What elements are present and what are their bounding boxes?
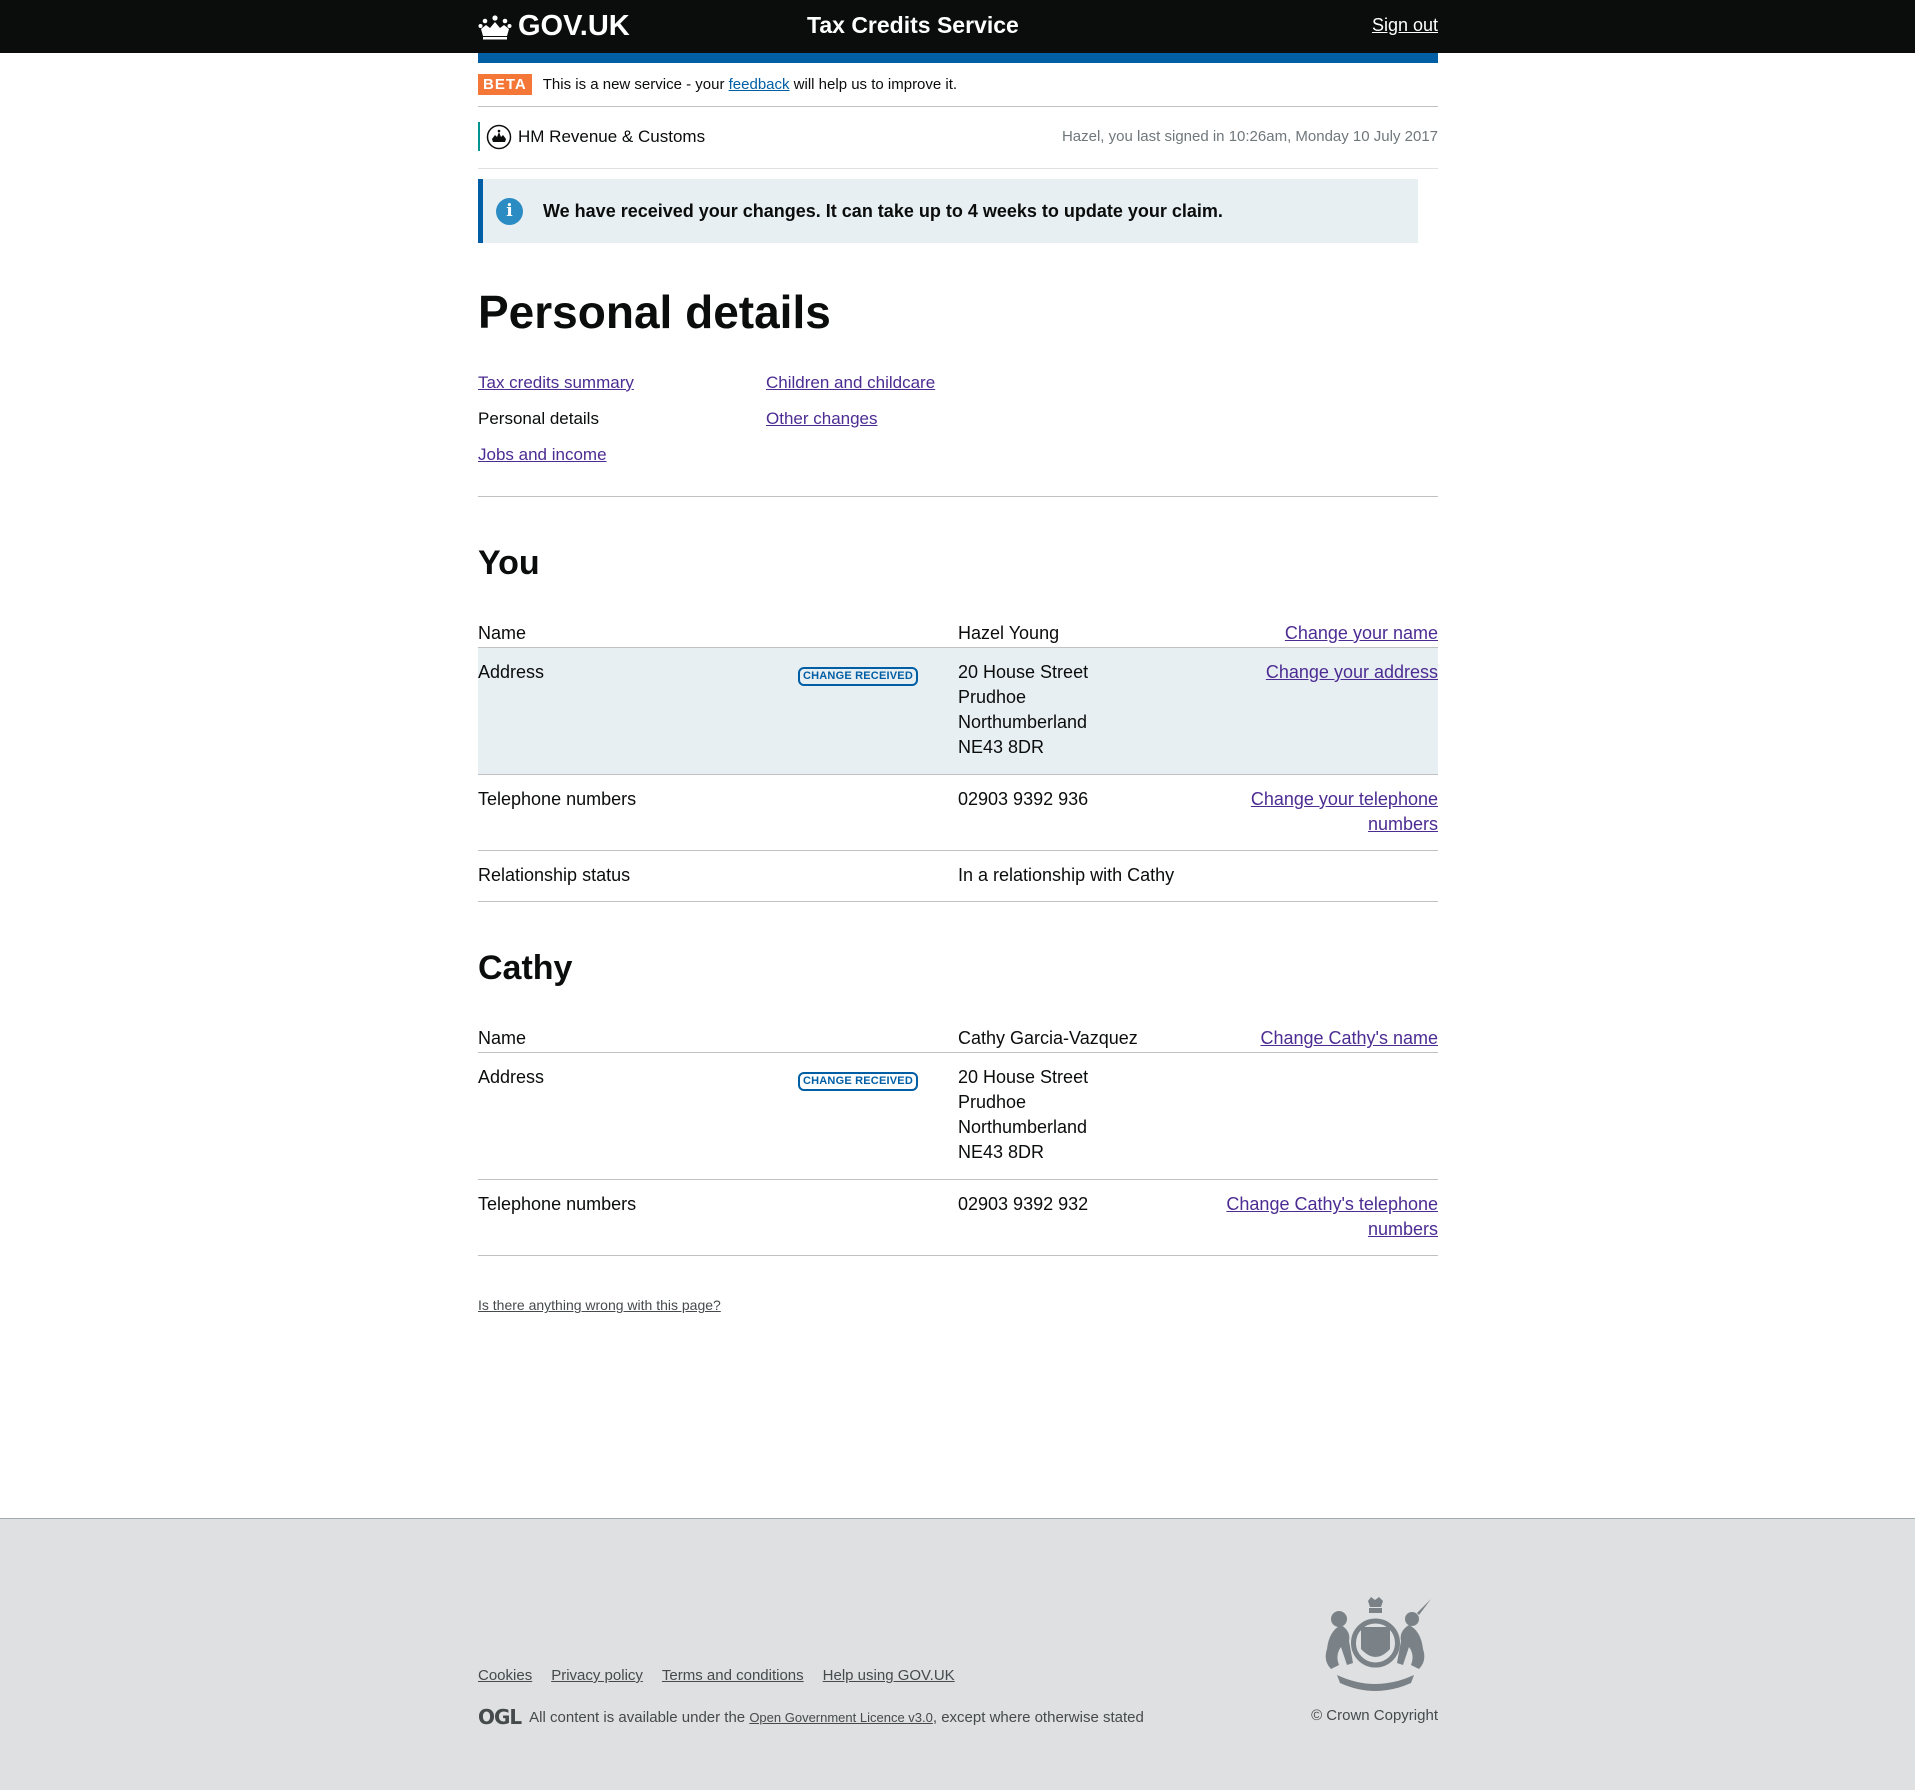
change-your-address-link[interactable]: Change your address xyxy=(1218,660,1438,685)
royal-arms-icon xyxy=(1325,1597,1431,1691)
change-received-badge: CHANGE RECEIVED xyxy=(798,666,918,686)
address-line: Prudhoe xyxy=(958,686,1027,707)
footer-link-terms[interactable]: Terms and conditions xyxy=(662,1667,804,1684)
address-value: 20 House Street Prudhoe Northumberland N… xyxy=(958,1065,1088,1165)
change-your-telephone-link[interactable]: Change your telephone numbers xyxy=(1218,787,1438,837)
change-your-name-link[interactable]: Change your name xyxy=(1218,621,1438,646)
service-name[interactable]: Tax Credits Service xyxy=(807,12,1019,39)
licence-text-before: All content is available under the xyxy=(529,1708,750,1726)
govuk-logo-link[interactable]: GOV.UK xyxy=(478,10,630,43)
row-value: 02903 9392 932 xyxy=(958,1194,1089,1215)
crown-icon xyxy=(478,14,512,39)
address-value: 20 House Street Prudhoe Northumberland N… xyxy=(958,660,1088,760)
crown-copyright: © Crown Copyright xyxy=(1311,1707,1438,1724)
summary-row-telephone: Telephone numbers 02903 9392 936 Change … xyxy=(478,775,1438,851)
organisation-name-text: HM Revenue & Customs xyxy=(518,126,706,146)
row-key: Address xyxy=(478,1067,545,1088)
page-title: Personal details xyxy=(478,286,831,338)
row-key: Name xyxy=(478,1028,527,1049)
address-line: Northumberland xyxy=(958,711,1088,732)
hmrc-crest-icon xyxy=(486,124,512,149)
footer-link-privacy[interactable]: Privacy policy xyxy=(551,1667,643,1684)
notice-text: We have received your changes. It can ta… xyxy=(543,200,1223,221)
global-header: GOV.UK Tax Credits Service Sign out xyxy=(0,0,1915,53)
row-key: Telephone numbers xyxy=(478,788,637,809)
organisation-name[interactable]: HM Revenue & Customs xyxy=(478,122,705,151)
summary-row-name: Name Cathy Garcia-Vazquez Change Cathy's… xyxy=(478,1024,1438,1054)
subnav-column-2: Children and childcare Other changes xyxy=(766,371,935,443)
main-wrapper: BETA This is a new service - your feedba… xyxy=(478,53,1438,1313)
footer-link-cookies[interactable]: Cookies xyxy=(478,1667,532,1684)
summary-row-address: Address CHANGE RECEIVED 20 House Street … xyxy=(478,647,1438,775)
subnav-other-changes[interactable]: Other changes xyxy=(766,409,878,428)
footer: Cookies Privacy policy Terms and conditi… xyxy=(0,1518,1915,1790)
footer-links: Cookies Privacy policy Terms and conditi… xyxy=(478,1667,955,1684)
report-problem: Is there anything wrong with this page? xyxy=(478,1297,1438,1313)
summary-row-address: Address CHANGE RECEIVED 20 House Street … xyxy=(478,1053,1438,1181)
info-icon: i xyxy=(496,197,523,225)
ogl-logo-icon: OGL xyxy=(478,1705,522,1729)
subnav-jobs-and-income[interactable]: Jobs and income xyxy=(478,445,607,464)
row-value: 02903 9392 936 xyxy=(958,788,1089,809)
cathy-heading: Cathy xyxy=(478,948,573,987)
address-line: 20 House Street xyxy=(958,1067,1089,1088)
row-value: Hazel Young xyxy=(958,622,1060,643)
subnav-children-and-childcare[interactable]: Children and childcare xyxy=(766,373,935,392)
feedback-link[interactable]: feedback xyxy=(729,76,790,93)
licence-statement: OGL All content is available under the O… xyxy=(478,1705,1144,1729)
change-cathys-telephone-link[interactable]: Change Cathy's telephone numbers xyxy=(1218,1192,1438,1242)
sign-out-link[interactable]: Sign out xyxy=(1372,15,1438,36)
beta-text-after: will help us to improve it. xyxy=(789,76,958,93)
cathy-summary-list: Name Cathy Garcia-Vazquez Change Cathy's… xyxy=(478,1024,1438,1257)
changes-received-notice: i We have received your changes. It can … xyxy=(478,179,1418,243)
row-key: Name xyxy=(478,622,527,643)
licence-text-after: , except where otherwise stated xyxy=(932,1708,1144,1726)
govuk-logo-text: GOV.UK xyxy=(518,10,630,42)
subnav-tax-credits-summary[interactable]: Tax credits summary xyxy=(478,373,634,392)
header-blue-bar xyxy=(478,53,1438,63)
summary-row-telephone: Telephone numbers 02903 9392 932 Change … xyxy=(478,1180,1438,1257)
you-summary-list: Name Hazel Young Change your name Addres… xyxy=(478,619,1438,902)
address-line: Northumberland xyxy=(958,1117,1088,1138)
report-problem-link[interactable]: Is there anything wrong with this page? xyxy=(478,1297,721,1313)
row-key: Address xyxy=(478,661,545,682)
subnav-personal-details-current: Personal details xyxy=(478,408,599,428)
change-received-badge: CHANGE RECEIVED xyxy=(798,1072,918,1092)
address-line: NE43 8DR xyxy=(958,736,1045,757)
change-cathys-name-link[interactable]: Change Cathy's name xyxy=(1218,1026,1438,1051)
summary-row-name: Name Hazel Young Change your name xyxy=(478,619,1438,648)
footer-link-help[interactable]: Help using GOV.UK xyxy=(823,1667,955,1684)
row-value: In a relationship with Cathy xyxy=(958,864,1175,885)
beta-text-before: This is a new service - your xyxy=(542,76,729,93)
organisation-bar: HM Revenue & Customs Hazel, you last sig… xyxy=(478,107,1438,169)
summary-row-relationship: Relationship status In a relationship wi… xyxy=(478,851,1438,902)
row-value: Cathy Garcia-Vazquez xyxy=(958,1028,1138,1049)
open-government-licence-link[interactable]: Open Government Licence v3.0 xyxy=(749,1710,933,1725)
beta-banner: BETA This is a new service - your feedba… xyxy=(478,63,1438,107)
row-key: Relationship status xyxy=(478,864,631,885)
sub-navigation: Tax credits summary Personal details Job… xyxy=(478,371,1438,497)
beta-tag: BETA xyxy=(478,74,532,95)
subnav-column-1: Tax credits summary Personal details Job… xyxy=(478,371,634,479)
address-line: NE43 8DR xyxy=(958,1142,1045,1163)
address-line: 20 House Street xyxy=(958,661,1089,682)
address-line: Prudhoe xyxy=(958,1092,1027,1113)
row-key: Telephone numbers xyxy=(478,1194,637,1215)
you-heading: You xyxy=(478,543,540,582)
last-signed-in: Hazel, you last signed in 10:26am, Monda… xyxy=(1061,128,1438,145)
